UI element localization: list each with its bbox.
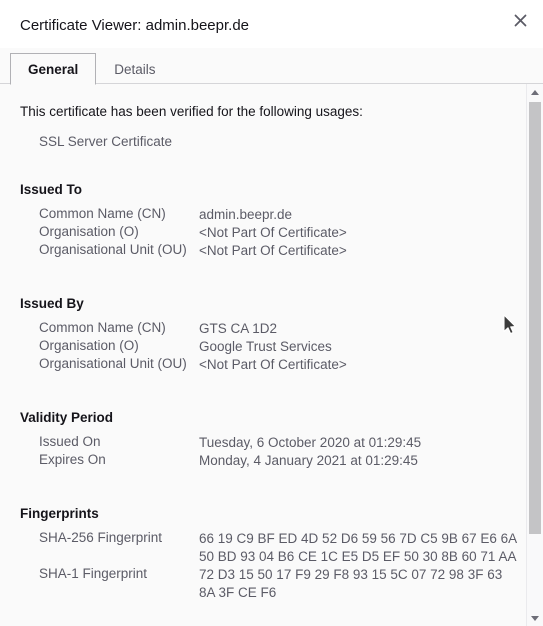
tab-general[interactable]: General: [10, 53, 97, 85]
section-issued-to-title: Issued To: [20, 182, 83, 197]
section-issued-by-rows: Common Name (CN) GTS CA 1D2 Organisation…: [0, 320, 526, 374]
scrollbar-thumb[interactable]: [529, 102, 541, 534]
row-value: 72 D3 15 50 17 F9 29 F8 93 15 5C 07 72 9…: [199, 567, 503, 600]
table-row: Common Name (CN) admin.beepr.de: [0, 206, 526, 224]
table-row: Organisational Unit (OU) <Not Part Of Ce…: [0, 242, 526, 260]
dialog-title: Certificate Viewer: admin.beepr.de: [20, 17, 250, 34]
row-label: Organisation (O): [39, 224, 139, 239]
tab-details-label: Details: [114, 61, 156, 77]
row-value: Monday, 4 January 2021 at 01:29:45: [199, 453, 418, 468]
table-row: Common Name (CN) GTS CA 1D2: [0, 320, 526, 338]
row-label: Organisation (O): [39, 338, 139, 353]
section-fingerprints-title: Fingerprints: [20, 506, 99, 521]
certificate-content: This certificate has been verified for t…: [0, 84, 526, 626]
row-label: SHA-256 Fingerprint: [39, 530, 163, 545]
row-label: SHA-1 Fingerprint: [39, 566, 148, 581]
triangle-down-icon: [531, 615, 539, 621]
row-value: <Not Part Of Certificate>: [199, 225, 347, 240]
table-row: Expires On Monday, 4 January 2021 at 01:…: [0, 452, 526, 470]
row-label: Organisational Unit (OU): [39, 356, 187, 371]
tab-details[interactable]: Details: [96, 53, 173, 84]
dialog-titlebar: Certificate Viewer: admin.beepr.de: [0, 0, 543, 48]
row-label: Issued On: [39, 434, 101, 449]
tab-strip: General Details: [0, 48, 543, 85]
verified-usages-heading: This certificate has been verified for t…: [20, 104, 363, 119]
vertical-scrollbar[interactable]: [526, 84, 543, 626]
table-row: Organisation (O) <Not Part Of Certificat…: [0, 224, 526, 242]
general-tab-panel: This certificate has been verified for t…: [0, 84, 543, 626]
certificate-viewer-dialog: Certificate Viewer: admin.beepr.de Gener…: [0, 0, 543, 626]
row-value: Tuesday, 6 October 2020 at 01:29:45: [199, 435, 422, 450]
section-fingerprints-rows: SHA-256 Fingerprint 66 19 C9 BF ED 4D 52…: [0, 530, 526, 602]
row-label: Common Name (CN): [39, 320, 166, 335]
scrollbar-track[interactable]: [527, 100, 543, 610]
table-row: Organisational Unit (OU) <Not Part Of Ce…: [0, 356, 526, 374]
row-value: admin.beepr.de: [199, 207, 293, 222]
row-value: Google Trust Services: [199, 339, 332, 354]
section-issued-to-rows: Common Name (CN) admin.beepr.de Organisa…: [0, 206, 526, 260]
section-validity-period-rows: Issued On Tuesday, 6 October 2020 at 01:…: [0, 434, 526, 470]
tab-general-label: General: [28, 61, 79, 77]
row-value: <Not Part Of Certificate>: [199, 243, 347, 258]
table-row: Issued On Tuesday, 6 October 2020 at 01:…: [0, 434, 526, 452]
table-row: SHA-1 Fingerprint 72 D3 15 50 17 F9 29 F…: [0, 566, 526, 602]
row-value: 66 19 C9 BF ED 4D 52 D6 59 56 7D C5 9B 6…: [199, 531, 518, 564]
row-label: Organisational Unit (OU): [39, 242, 187, 257]
triangle-up-icon: [531, 89, 539, 95]
scrollbar-up-button[interactable]: [527, 84, 543, 100]
section-validity-period-title: Validity Period: [20, 410, 114, 425]
close-button[interactable]: [505, 5, 535, 35]
usage-item-ssl-server-certificate: SSL Server Certificate: [39, 134, 173, 149]
table-row: Organisation (O) Google Trust Services: [0, 338, 526, 356]
row-label: Common Name (CN): [39, 206, 166, 221]
row-value: <Not Part Of Certificate>: [199, 357, 347, 372]
close-icon: [514, 14, 527, 27]
section-issued-by-title: Issued By: [20, 296, 84, 311]
row-label: Expires On: [39, 452, 106, 467]
row-value: GTS CA 1D2: [199, 321, 278, 336]
scrollbar-down-button[interactable]: [527, 610, 543, 626]
table-row: SHA-256 Fingerprint 66 19 C9 BF ED 4D 52…: [0, 530, 526, 566]
